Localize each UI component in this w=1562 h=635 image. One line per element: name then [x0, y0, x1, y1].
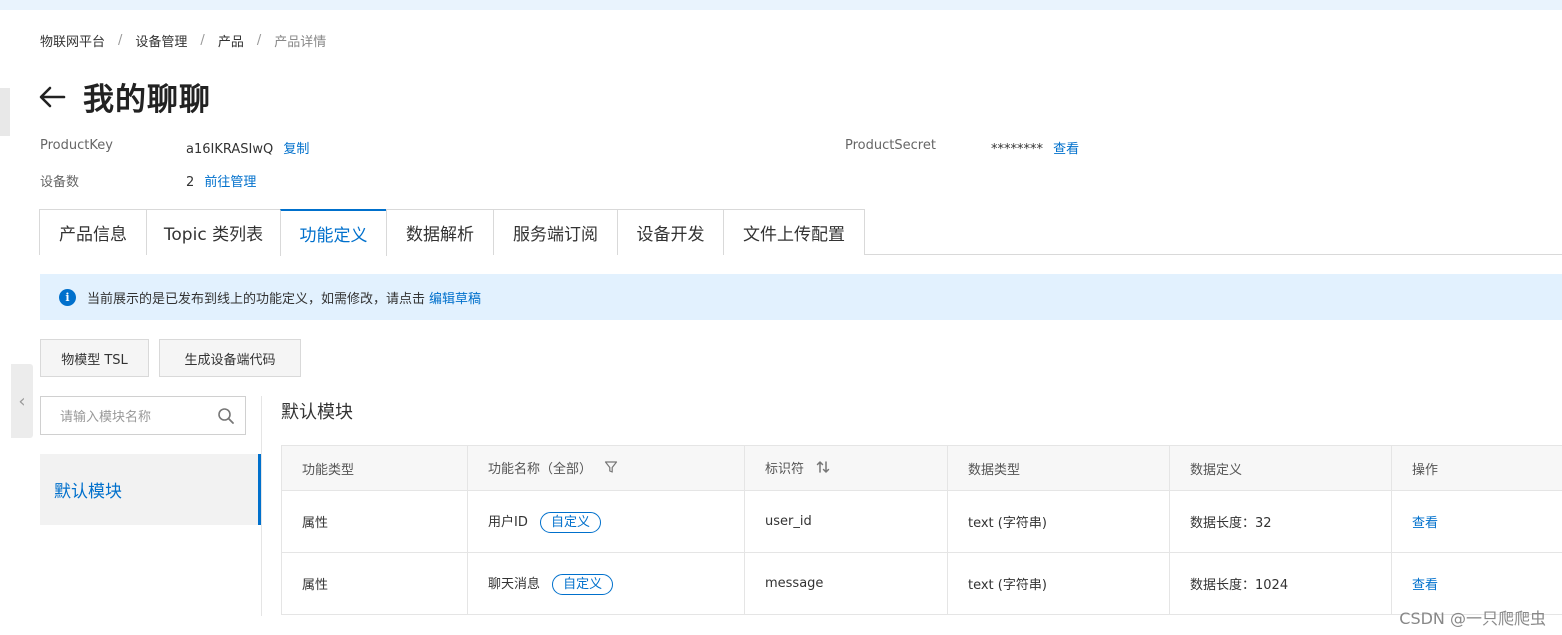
search-icon[interactable]: [217, 407, 235, 429]
info-icon: i: [59, 288, 76, 306]
cell-identifier: message: [744, 552, 948, 615]
module-panel-divider: [261, 396, 262, 616]
module-search-input[interactable]: 请输入模块名称: [40, 396, 246, 435]
col-header-identifier[interactable]: 标识符: [744, 445, 948, 491]
tab-product-info[interactable]: 产品信息: [39, 209, 147, 255]
breadcrumb-item-product-detail: 产品详情: [274, 35, 327, 50]
breadcrumb-item-product[interactable]: 产品: [218, 31, 244, 50]
view-feature-link[interactable]: 查看: [1412, 516, 1438, 531]
tab-file-upload-config[interactable]: 文件上传配置: [723, 209, 865, 255]
tab-bar: 产品信息 Topic 类列表 功能定义 数据解析 服务端订阅 设备开发 文件上传…: [39, 209, 1562, 256]
filter-icon[interactable]: [604, 460, 618, 478]
breadcrumb-item-iot-platform[interactable]: 物联网平台: [40, 31, 105, 50]
custom-tag: 自定义: [540, 511, 602, 533]
breadcrumb-separator: /: [256, 33, 262, 48]
chevron-left-icon: ‹: [18, 390, 26, 412]
breadcrumb-item-device-management[interactable]: 设备管理: [135, 31, 187, 50]
product-secret-text: ********: [991, 142, 1043, 157]
table-row: 属性 聊天消息 自定义 message text (字符串) 数据长度：1024…: [281, 552, 1562, 615]
cell-feature-name: 聊天消息 自定义: [467, 552, 745, 615]
breadcrumb: 物联网平台 / 设备管理 / 产品 / 产品详情: [40, 31, 326, 50]
module-title: 默认模块: [281, 402, 353, 423]
view-secret-link[interactable]: 查看: [1053, 142, 1079, 157]
tab-server-subscription[interactable]: 服务端订阅: [493, 209, 618, 255]
module-search-placeholder: 请输入模块名称: [60, 410, 152, 425]
sidebar-collapse-handle[interactable]: ‹: [11, 364, 33, 438]
left-rail-edge: [0, 88, 10, 136]
tab-data-parsing[interactable]: 数据解析: [386, 209, 494, 255]
top-banner-strip: [0, 0, 1562, 10]
feature-name-text: 用户ID: [488, 514, 528, 530]
back-arrow-icon[interactable]: [38, 82, 68, 112]
manage-devices-link[interactable]: 前往管理: [204, 175, 256, 190]
notice-text: 当前展示的是已发布到线上的功能定义，如需修改，请点击: [87, 291, 426, 307]
col-header-feature-name[interactable]: 功能名称（全部）: [467, 445, 745, 491]
cell-feature-name: 用户ID 自定义: [467, 490, 745, 553]
sort-icon[interactable]: [816, 460, 830, 478]
cell-data-definition: 数据长度：32: [1169, 490, 1392, 553]
tab-device-development[interactable]: 设备开发: [617, 209, 724, 255]
feature-name-text: 聊天消息: [488, 576, 541, 592]
breadcrumb-separator: /: [118, 33, 123, 48]
custom-tag: 自定义: [552, 573, 614, 595]
watermark: CSDN @一只爬爬虫: [1399, 609, 1546, 628]
cell-feature-type: 属性: [281, 490, 468, 553]
edit-draft-link[interactable]: 编辑草稿: [429, 288, 481, 307]
product-key-value: a16IKRASIwQ 复制: [186, 138, 309, 157]
col-header-data-type: 数据类型: [947, 445, 1170, 491]
device-count-label: 设备数: [40, 175, 80, 190]
cell-feature-type: 属性: [281, 552, 468, 615]
tab-feature-definition[interactable]: 功能定义: [280, 209, 387, 256]
cell-identifier: user_id: [744, 490, 948, 553]
product-secret-label: ProductSecret: [845, 138, 936, 153]
col-header-data-definition: 数据定义: [1169, 445, 1392, 491]
col-header-feature-type: 功能类型: [281, 445, 468, 491]
module-item-default[interactable]: 默认模块: [40, 454, 261, 525]
title-row: 我的聊聊: [38, 74, 211, 119]
tsl-button[interactable]: 物模型 TSL: [40, 339, 149, 377]
page-title: 我的聊聊: [83, 82, 211, 117]
product-key-text: a16IKRASIwQ: [186, 142, 274, 157]
feature-table: 功能类型 功能名称（全部） 标识符 数据类型 数据定义 操作 属性 用户ID 自…: [281, 445, 1562, 615]
col-header-actions: 操作: [1391, 445, 1562, 491]
generate-device-code-button[interactable]: 生成设备端代码: [159, 339, 301, 377]
copy-product-key-link[interactable]: 复制: [283, 142, 309, 157]
cell-actions: 查看: [1391, 490, 1562, 553]
cell-data-definition: 数据长度：1024: [1169, 552, 1392, 615]
tab-topic-list[interactable]: Topic 类列表: [146, 209, 281, 255]
col-header-feature-name-text: 功能名称（全部）: [488, 461, 593, 477]
table-row: 属性 用户ID 自定义 user_id text (字符串) 数据长度：32 查…: [281, 490, 1562, 553]
col-header-identifier-text: 标识符: [765, 461, 805, 477]
cell-data-type: text (字符串): [947, 552, 1170, 615]
product-secret-value: ******** 查看: [991, 138, 1079, 157]
device-count-text: 2: [186, 175, 195, 190]
view-feature-link[interactable]: 查看: [1412, 578, 1438, 593]
table-header-row: 功能类型 功能名称（全部） 标识符 数据类型 数据定义 操作: [281, 445, 1562, 491]
device-count-value: 2 前往管理: [186, 171, 256, 190]
product-key-label: ProductKey: [40, 138, 113, 153]
cell-data-type: text (字符串): [947, 490, 1170, 553]
breadcrumb-separator: /: [200, 33, 205, 48]
info-notice: i 当前展示的是已发布到线上的功能定义，如需修改，请点击 编辑草稿: [40, 274, 1562, 320]
